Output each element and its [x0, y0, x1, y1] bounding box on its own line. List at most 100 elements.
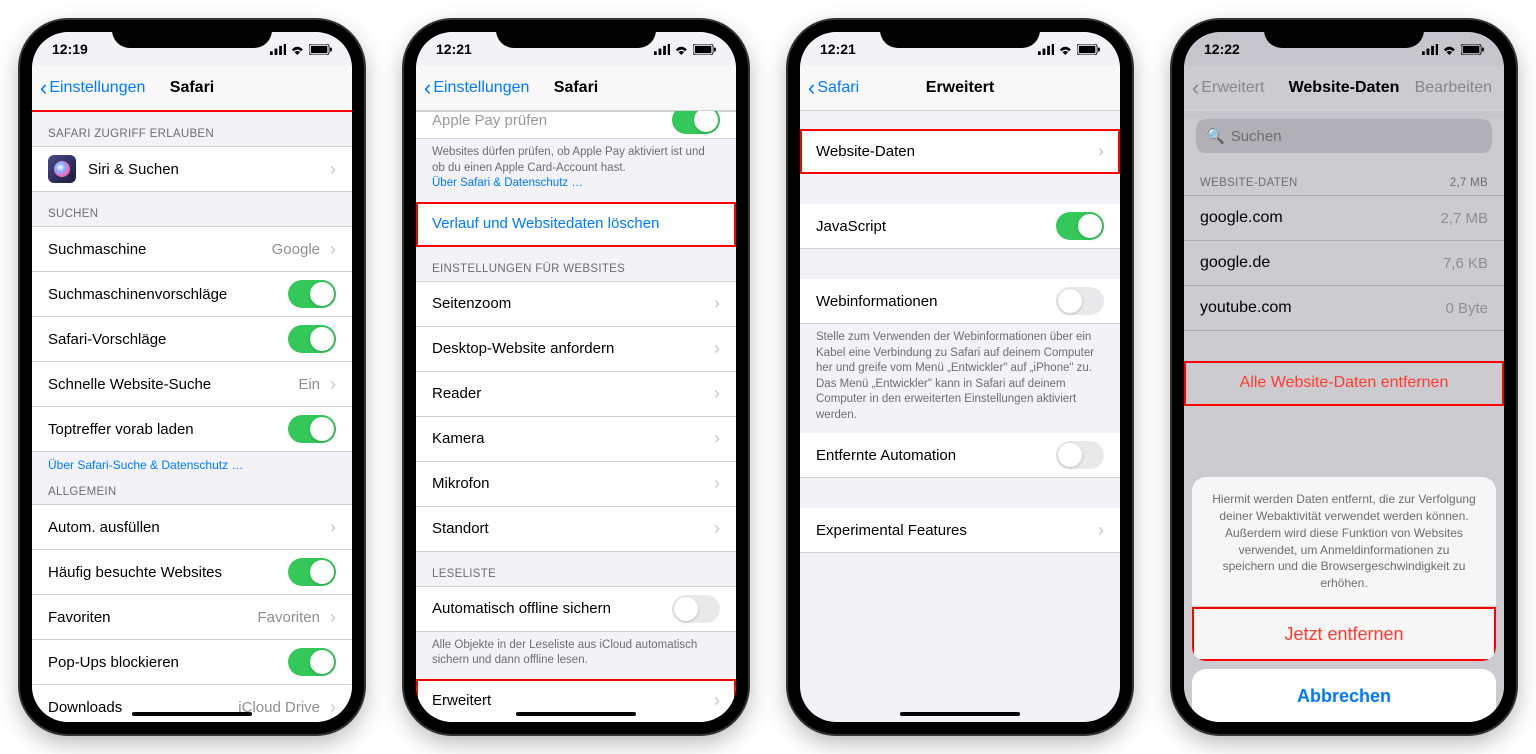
toggle[interactable] — [288, 415, 336, 443]
content: Apple Pay prüfen Websites dürfen prüfen,… — [416, 111, 736, 722]
chevron-right-icon: › — [714, 428, 720, 449]
toggle[interactable] — [288, 325, 336, 353]
footer-text: Websites dürfen prüfen, ob Apple Pay akt… — [416, 139, 736, 202]
chevron-left-icon: ‹ — [40, 77, 47, 99]
home-indicator[interactable] — [900, 712, 1020, 716]
cell-offline: Automatisch offline sichern — [416, 586, 736, 632]
back-button[interactable]: ‹Einstellungen — [40, 77, 145, 99]
section-header: WEBSITE-DATEN2,7 MB — [1184, 161, 1504, 195]
cancel-button[interactable]: Abbrechen — [1192, 669, 1496, 722]
cell-frequent: Häufig besuchte Websites — [32, 550, 352, 595]
chevron-right-icon: › — [714, 293, 720, 314]
cell-quick-search[interactable]: Schnelle Website-SucheEin› — [32, 362, 352, 407]
chevron-right-icon: › — [330, 239, 336, 260]
nav-title: Safari — [170, 79, 214, 97]
status-indicators — [262, 44, 332, 55]
status-indicators — [646, 44, 716, 55]
action-sheet-message: Hiermit werden Daten entfernt, die zur V… — [1192, 477, 1496, 607]
cell-favorites[interactable]: FavoritenFavoriten› — [32, 595, 352, 640]
privacy-link[interactable]: Über Safari & Datenschutz … — [432, 177, 583, 189]
chevron-right-icon: › — [330, 517, 336, 538]
cell-zoom[interactable]: Seitenzoom› — [416, 281, 736, 327]
section-header: LESELISTE — [416, 552, 736, 586]
phone-1: 12:19 ‹Einstellungen Safari SAFARI ZUGRI… — [20, 20, 364, 734]
nav-title: Erweitert — [926, 79, 994, 97]
content: Website-Daten› JavaScript Webinformation… — [800, 111, 1120, 722]
cell-mic[interactable]: Mikrofon› — [416, 462, 736, 507]
cell-clear-history[interactable]: Verlauf und Websitedaten löschen — [416, 202, 736, 247]
toggle[interactable] — [288, 648, 336, 676]
back-label: Safari — [817, 79, 859, 97]
status-bar: 12:19 — [32, 32, 352, 66]
toggle[interactable] — [672, 111, 720, 134]
toggle[interactable] — [1056, 441, 1104, 469]
status-time: 12:21 — [436, 41, 486, 57]
chevron-left-icon: ‹ — [424, 77, 431, 99]
chevron-left-icon: ‹ — [1192, 77, 1199, 99]
chevron-right-icon: › — [714, 338, 720, 359]
content: SAFARI ZUGRIFF ERLAUBEN Siri & Suchen› S… — [32, 112, 352, 722]
content: 🔍Suchen WEBSITE-DATEN2,7 MB google.com2,… — [1184, 119, 1504, 722]
cell-suggestions: Suchmaschinenvorschläge — [32, 272, 352, 317]
search-input[interactable]: 🔍Suchen — [1196, 119, 1492, 153]
toggle[interactable] — [1056, 287, 1104, 315]
nav-bar: ‹Erweitert Website-Daten Bearbeiten — [1184, 66, 1504, 111]
back-button[interactable]: ‹Erweitert — [1192, 77, 1264, 99]
toggle[interactable] — [288, 280, 336, 308]
toggle[interactable] — [1056, 212, 1104, 240]
nav-bar: ‹Einstellungen Safari — [32, 66, 352, 112]
cell-location[interactable]: Standort› — [416, 507, 736, 552]
chevron-right-icon: › — [330, 607, 336, 628]
siri-icon — [48, 155, 76, 183]
data-row[interactable]: google.com2,7 MB — [1184, 195, 1504, 241]
cell-javascript: JavaScript — [800, 204, 1120, 249]
cell-reader[interactable]: Reader› — [416, 372, 736, 417]
nav-title: Website-Daten — [1289, 79, 1400, 97]
status-indicators — [1030, 44, 1100, 55]
cell-safari-suggestions: Safari-Vorschläge — [32, 317, 352, 362]
back-label: Einstellungen — [433, 79, 529, 97]
data-row[interactable]: google.de7,6 KB — [1184, 241, 1504, 286]
cell-autofill[interactable]: Autom. ausfüllen› — [32, 504, 352, 550]
status-time: 12:22 — [1204, 41, 1254, 57]
section-header: SUCHEN — [32, 192, 352, 226]
home-indicator[interactable] — [132, 712, 252, 716]
toggle[interactable] — [672, 595, 720, 623]
chevron-right-icon: › — [330, 697, 336, 718]
cell-search-engine[interactable]: SuchmaschineGoogle› — [32, 226, 352, 272]
chevron-right-icon: › — [714, 690, 720, 711]
status-time: 12:21 — [820, 41, 870, 57]
footer-text: Alle Objekte in der Leseliste aus iCloud… — [416, 632, 736, 679]
back-button[interactable]: ‹Einstellungen — [424, 77, 529, 99]
cell-camera[interactable]: Kamera› — [416, 417, 736, 462]
back-label: Einstellungen — [49, 79, 145, 97]
cell-website-data[interactable]: Website-Daten› — [800, 129, 1120, 174]
remove-all-button[interactable]: Alle Website-Daten entfernen — [1184, 361, 1504, 406]
toggle[interactable] — [288, 558, 336, 586]
remove-now-button[interactable]: Jetzt entfernen — [1192, 607, 1496, 661]
cell-applepay: Apple Pay prüfen — [416, 111, 736, 139]
cell-siri[interactable]: Siri & Suchen› — [32, 146, 352, 192]
status-bar: 12:21 — [416, 32, 736, 66]
cell-remote-auto: Entfernte Automation — [800, 433, 1120, 478]
data-row[interactable]: youtube.com0 Byte — [1184, 286, 1504, 331]
chevron-right-icon: › — [1098, 520, 1104, 541]
chevron-right-icon: › — [714, 518, 720, 539]
status-bar: 12:21 — [800, 32, 1120, 66]
phone-4: 12:22 ‹Erweitert Website-Daten Bearbeite… — [1172, 20, 1516, 734]
section-header: EINSTELLUNGEN FÜR WEBSITES — [416, 247, 736, 281]
chevron-right-icon: › — [330, 374, 336, 395]
action-sheet: Hiermit werden Daten entfernt, die zur V… — [1192, 477, 1496, 722]
home-indicator[interactable] — [516, 712, 636, 716]
back-button[interactable]: ‹Safari — [808, 77, 859, 99]
edit-button[interactable]: Bearbeiten — [1415, 79, 1492, 97]
cell-popup: Pop-Ups blockieren — [32, 640, 352, 685]
cell-experimental[interactable]: Experimental Features› — [800, 508, 1120, 553]
chevron-right-icon: › — [1098, 141, 1104, 162]
cell-desktop[interactable]: Desktop-Website anfordern› — [416, 327, 736, 372]
status-time: 12:19 — [52, 41, 102, 57]
cell-webinfo: Webinformationen — [800, 279, 1120, 324]
privacy-link[interactable]: Über Safari-Suche & Datenschutz … — [32, 452, 352, 482]
cell-downloads[interactable]: DownloadsiCloud Drive› — [32, 685, 352, 722]
cell-preload: Toptreffer vorab laden — [32, 407, 352, 452]
